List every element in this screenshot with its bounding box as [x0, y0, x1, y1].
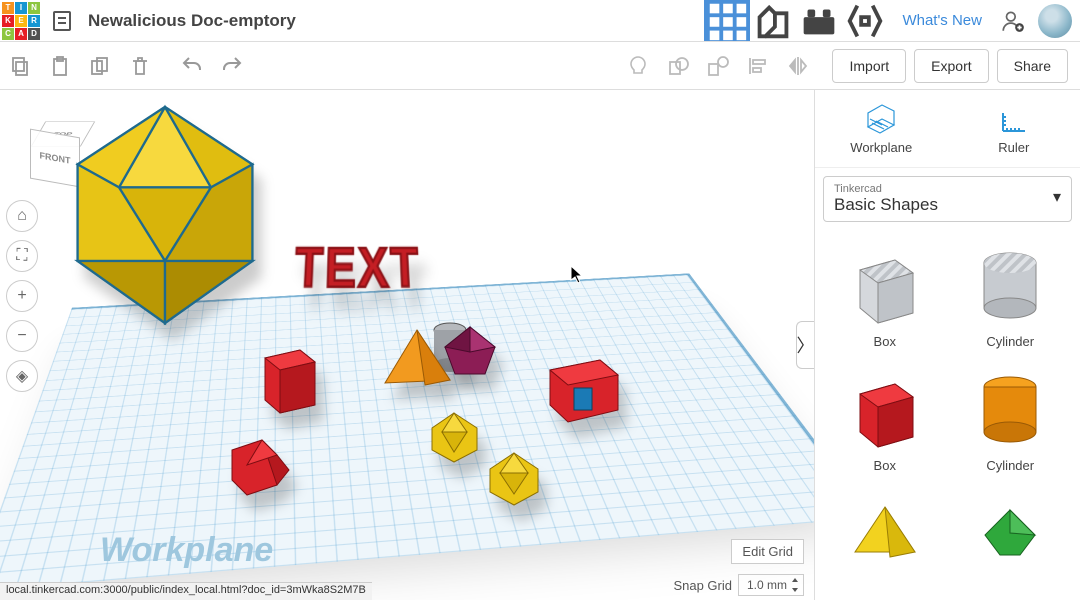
status-bar: local.tinkercad.com:3000/public/index_lo…: [0, 582, 372, 600]
logo-cell: N: [28, 2, 40, 14]
zoom-in-button[interactable]: +: [6, 280, 38, 312]
workplane-tool-label: Workplane: [815, 140, 948, 155]
snap-grid-select[interactable]: 1.0 mm: [738, 574, 804, 596]
ortho-view-button[interactable]: ◈: [6, 360, 38, 392]
shape-icosahedron-large[interactable]: [50, 100, 280, 335]
whats-new-link[interactable]: What's New: [888, 12, 996, 29]
codeblocks-button[interactable]: [842, 0, 888, 41]
paste-button[interactable]: [40, 46, 80, 86]
palette-pyramid-yellow[interactable]: [825, 487, 945, 590]
workplane-icon: [815, 100, 948, 140]
shape-category-select[interactable]: ▾ Tinkercad Basic Shapes: [823, 176, 1072, 222]
redo-button[interactable]: [212, 46, 252, 86]
workplane-label: Workplane: [100, 531, 273, 570]
workplane-tool[interactable]: Workplane: [815, 90, 948, 167]
palette-cylinder-orange[interactable]: Cylinder: [951, 364, 1071, 482]
sidebar-collapse-handle[interactable]: 〉: [796, 321, 814, 369]
share-button[interactable]: Share: [997, 49, 1068, 83]
import-button[interactable]: Import: [832, 49, 906, 83]
palette-label: Box: [825, 334, 945, 349]
selector-subtitle: Tinkercad: [834, 183, 1061, 195]
user-avatar[interactable]: [1038, 4, 1072, 38]
shape-red-box[interactable]: [255, 340, 325, 420]
logo-cell: I: [15, 2, 27, 14]
shape-red-icosahedron-small[interactable]: [217, 425, 297, 510]
app-header: T I N K E R C A D Newalicious Doc-emptor…: [0, 0, 1080, 42]
palette-box-hole[interactable]: Box: [825, 240, 945, 358]
logo-cell: A: [15, 28, 27, 40]
palette-label: Box: [825, 458, 945, 473]
invite-user-button[interactable]: [996, 4, 1030, 38]
logo-cell: C: [2, 28, 14, 40]
align-button[interactable]: [738, 46, 778, 86]
palette-label: Cylinder: [951, 458, 1071, 473]
undo-button[interactable]: [172, 46, 212, 86]
fit-view-button[interactable]: ⛶: [6, 240, 38, 272]
palette-label: Cylinder: [951, 334, 1071, 349]
shape-yellow-icosahedron-1[interactable]: [427, 410, 482, 470]
logo-cell: K: [2, 15, 14, 27]
shape-yellow-icosahedron-2[interactable]: [485, 450, 543, 513]
logo-cell: T: [2, 2, 14, 14]
palette-box-red[interactable]: Box: [825, 364, 945, 482]
delete-button[interactable]: [120, 46, 160, 86]
ruler-icon: [948, 100, 1080, 140]
zoom-out-button[interactable]: −: [6, 320, 38, 352]
toolbar: Import Export Share: [0, 42, 1080, 90]
document-title[interactable]: Newalicious Doc-emptory: [82, 11, 704, 31]
design-view-button[interactable]: [704, 0, 750, 41]
logo-cell: R: [28, 15, 40, 27]
home-view-button[interactable]: ⌂: [6, 200, 38, 232]
snap-grid-label: Snap Grid: [673, 578, 732, 593]
export-button[interactable]: Export: [914, 49, 988, 83]
palette-cylinder-hole[interactable]: Cylinder: [951, 240, 1071, 358]
visibility-button[interactable]: [618, 46, 658, 86]
shape-purple-polyhedron[interactable]: [440, 322, 500, 387]
lego-view-button[interactable]: [796, 0, 842, 41]
palette-poly-green[interactable]: [951, 487, 1071, 590]
duplicate-button[interactable]: [80, 46, 120, 86]
design-list-icon[interactable]: [42, 11, 82, 31]
shape-text-3d[interactable]: TEXT: [293, 235, 423, 301]
chevron-down-icon: ▾: [1053, 187, 1061, 207]
shape-red-block[interactable]: [540, 350, 625, 430]
ruler-tool-label: Ruler: [948, 140, 1080, 155]
selector-title: Basic Shapes: [834, 195, 1061, 215]
copy-button[interactable]: [0, 46, 40, 86]
mirror-button[interactable]: [778, 46, 818, 86]
snap-grid-control: Snap Grid 1.0 mm: [673, 574, 804, 596]
header-right: What's New: [704, 0, 1080, 41]
app-logo[interactable]: T I N K E R C A D: [0, 0, 42, 42]
canvas-3d-viewport[interactable]: Workplane TOP FRONT ⌂ ⛶ + − ◈: [0, 90, 814, 600]
group-button[interactable]: [658, 46, 698, 86]
minecraft-view-button[interactable]: [750, 0, 796, 41]
ungroup-button[interactable]: [698, 46, 738, 86]
logo-cell: D: [28, 28, 40, 40]
edit-grid-button[interactable]: Edit Grid: [731, 539, 804, 564]
view-nav-buttons: ⌂ ⛶ + − ◈: [6, 200, 38, 392]
ruler-tool[interactable]: Ruler: [948, 90, 1080, 167]
logo-cell: E: [15, 15, 27, 27]
shapes-sidebar: Workplane Ruler ▾ Tinkercad Basic Shapes…: [814, 90, 1080, 600]
shapes-palette: Box Cylinder Box Cylinder: [815, 230, 1080, 600]
